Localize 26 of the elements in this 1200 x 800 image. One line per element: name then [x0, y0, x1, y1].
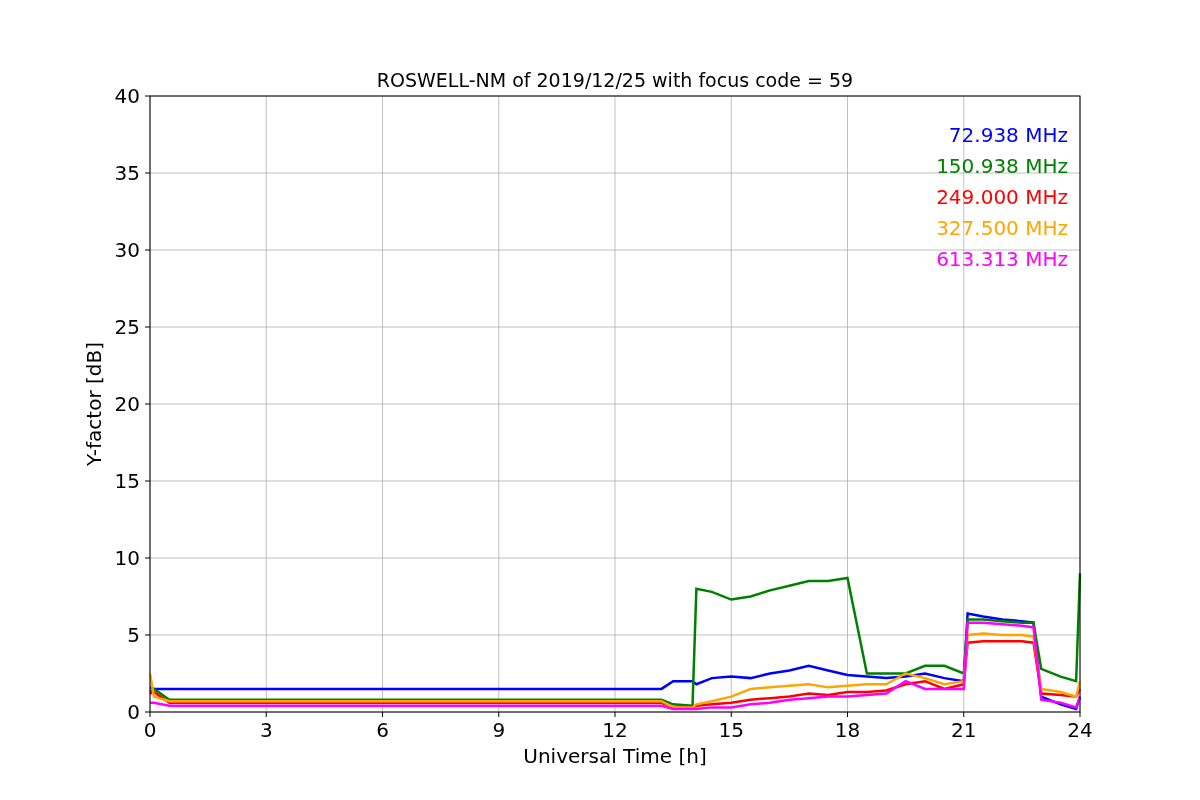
y-tick-label: 25 — [114, 315, 140, 339]
y-tick-label: 10 — [114, 546, 140, 570]
legend-label: 72.938 MHz — [948, 123, 1068, 147]
chart-title: ROSWELL-NM of 2019/12/25 with focus code = 59 — [376, 69, 854, 91]
x-tick-label: 0 — [143, 718, 157, 742]
y-tick-label: 30 — [114, 238, 140, 262]
legend-label: 249.000 MHz — [936, 185, 1068, 209]
legend-label: 613.313 MHz — [936, 247, 1068, 271]
x-tick-label: 12 — [602, 718, 628, 742]
x-tick-label: 3 — [259, 718, 273, 742]
legend-label: 150.938 MHz — [936, 154, 1068, 178]
legend-label: 327.500 MHz — [936, 216, 1068, 240]
x-tick-label: 15 — [718, 718, 744, 742]
x-tick-label: 24 — [1067, 718, 1093, 742]
y-axis-label: Y-factor [dB] — [82, 342, 106, 466]
x-tick-label: 21 — [951, 718, 977, 742]
x-tick-label: 9 — [492, 718, 506, 742]
y-tick-label: 0 — [127, 700, 140, 724]
x-tick-label: 18 — [834, 718, 861, 742]
y-tick-label: 20 — [114, 392, 140, 416]
y-tick-label: 40 — [114, 84, 140, 108]
x-tick-label: 6 — [376, 718, 389, 742]
y-tick-label: 35 — [114, 161, 140, 185]
y-tick-label: 15 — [114, 469, 140, 493]
y-tick-label: 5 — [127, 623, 140, 647]
x-axis-label: Universal Time [h] — [523, 744, 707, 768]
